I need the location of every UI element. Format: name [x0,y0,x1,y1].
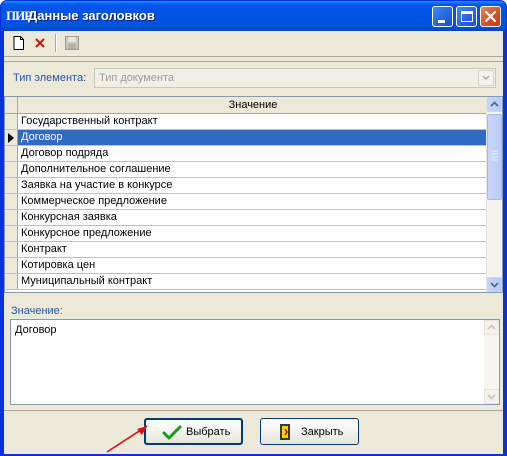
table-row[interactable]: Котировка цен [5,258,488,274]
chevron-down-icon [482,75,490,81]
app-logo-icon: ПИР [6,8,32,23]
grid-indicator-header [5,97,18,113]
title-bar[interactable]: ПИР Данные заголовков [1,1,506,31]
chevron-down-icon [487,394,496,400]
row-value-cell: Коммерческое предложение [21,195,167,207]
dialog-body: Тип элемента: Тип документа Значение Гос… [4,31,503,454]
row-value-cell: Договор [21,131,63,143]
toolbar-separator [55,34,57,52]
row-value-cell: Конкурсная заявка [21,211,117,223]
row-value-cell: Котировка цен [21,259,96,271]
new-button[interactable] [10,34,28,52]
table-row[interactable]: Муниципальный контракт [5,274,488,290]
row-indicator [5,194,18,209]
table-row[interactable]: Конкурсная заявка [5,210,488,226]
window-title: Данные заголовков [28,8,155,23]
annotation-arrow-icon [106,425,148,453]
checkmark-icon [162,425,182,440]
table-row[interactable]: Государственный контракт [5,114,488,130]
textarea-scroll-up-button[interactable] [484,320,499,335]
textarea-scroll-down-button[interactable] [484,389,499,404]
row-indicator [5,274,18,289]
column-header-value[interactable]: Значение [18,99,488,111]
scroll-thumb[interactable] [487,114,502,200]
divider [4,410,503,411]
row-value-cell: Конкурсное предложение [21,227,152,239]
row-indicator [5,114,18,129]
select-button-label: Выбрать [186,426,231,438]
row-indicator [5,130,18,145]
selection-highlight [18,130,488,145]
row-value-cell: Муниципальный контракт [21,275,153,287]
row-indicator [5,258,18,273]
scroll-down-button[interactable] [487,277,502,292]
grid-vertical-scrollbar[interactable] [486,97,502,292]
type-select[interactable]: Тип документа [94,68,496,88]
row-value-cell: Контракт [21,243,67,255]
save-disk-icon [65,36,79,50]
table-row[interactable]: Договор [5,130,488,146]
textarea-scrollbar[interactable] [484,320,499,404]
maximize-icon [461,11,473,22]
grid-rows: Государственный контракт Договор Договор п… [5,114,488,290]
row-value-cell: Дополнительное соглашение [21,163,171,175]
save-button[interactable] [63,34,81,52]
row-value-cell: Договор подряда [21,147,109,159]
values-grid[interactable]: Значение Государственный контракт Договор… [4,96,503,293]
value-field-label: Значение: [11,305,63,317]
delete-x-icon [35,38,45,48]
type-select-value: Тип документа [99,72,175,84]
table-row[interactable]: Контракт [5,242,488,258]
table-row[interactable]: Дополнительное соглашение [5,162,488,178]
close-icon [484,10,497,23]
chevron-up-icon [487,324,496,330]
row-indicator [5,242,18,257]
select-button[interactable]: Выбрать [144,418,243,445]
exit-door-icon [280,424,290,440]
dialog-window: ПИР Данные заголовков Тип элемента: Тип … [0,0,507,456]
grip-icon [491,150,498,161]
chevron-up-icon [490,101,499,107]
close-button[interactable]: Закрыть [260,418,359,445]
row-indicator [5,146,18,161]
current-row-arrow-icon [8,133,14,143]
toolbar [4,31,503,57]
row-value-cell: Государственный контракт [21,115,158,127]
chevron-down-icon [490,282,499,288]
table-row[interactable]: Конкурсное предложение [5,226,488,242]
divider [4,61,503,62]
close-button-label: Закрыть [301,426,344,438]
table-row[interactable]: Заявка на участие в конкурсе [5,178,488,194]
type-select-dropdown-button[interactable] [478,70,494,86]
row-indicator [5,178,18,193]
row-indicator [5,210,18,225]
new-document-icon [13,36,24,50]
delete-button[interactable] [32,34,50,52]
type-field-label: Тип элемента: [13,72,87,84]
row-indicator [5,226,18,241]
minimize-icon [438,20,445,23]
maximize-button[interactable] [456,6,477,27]
value-textarea[interactable]: Договор [10,319,500,405]
value-textarea-content: Договор [15,324,57,336]
minimize-button[interactable] [432,6,453,27]
row-value-cell: Заявка на участие в конкурсе [21,179,173,191]
scroll-up-button[interactable] [487,97,502,112]
table-row[interactable]: Договор подряда [5,146,488,162]
grid-header: Значение [5,97,488,114]
table-row[interactable]: Коммерческое предложение [5,194,488,210]
row-indicator [5,162,18,177]
close-window-button[interactable] [480,6,501,27]
